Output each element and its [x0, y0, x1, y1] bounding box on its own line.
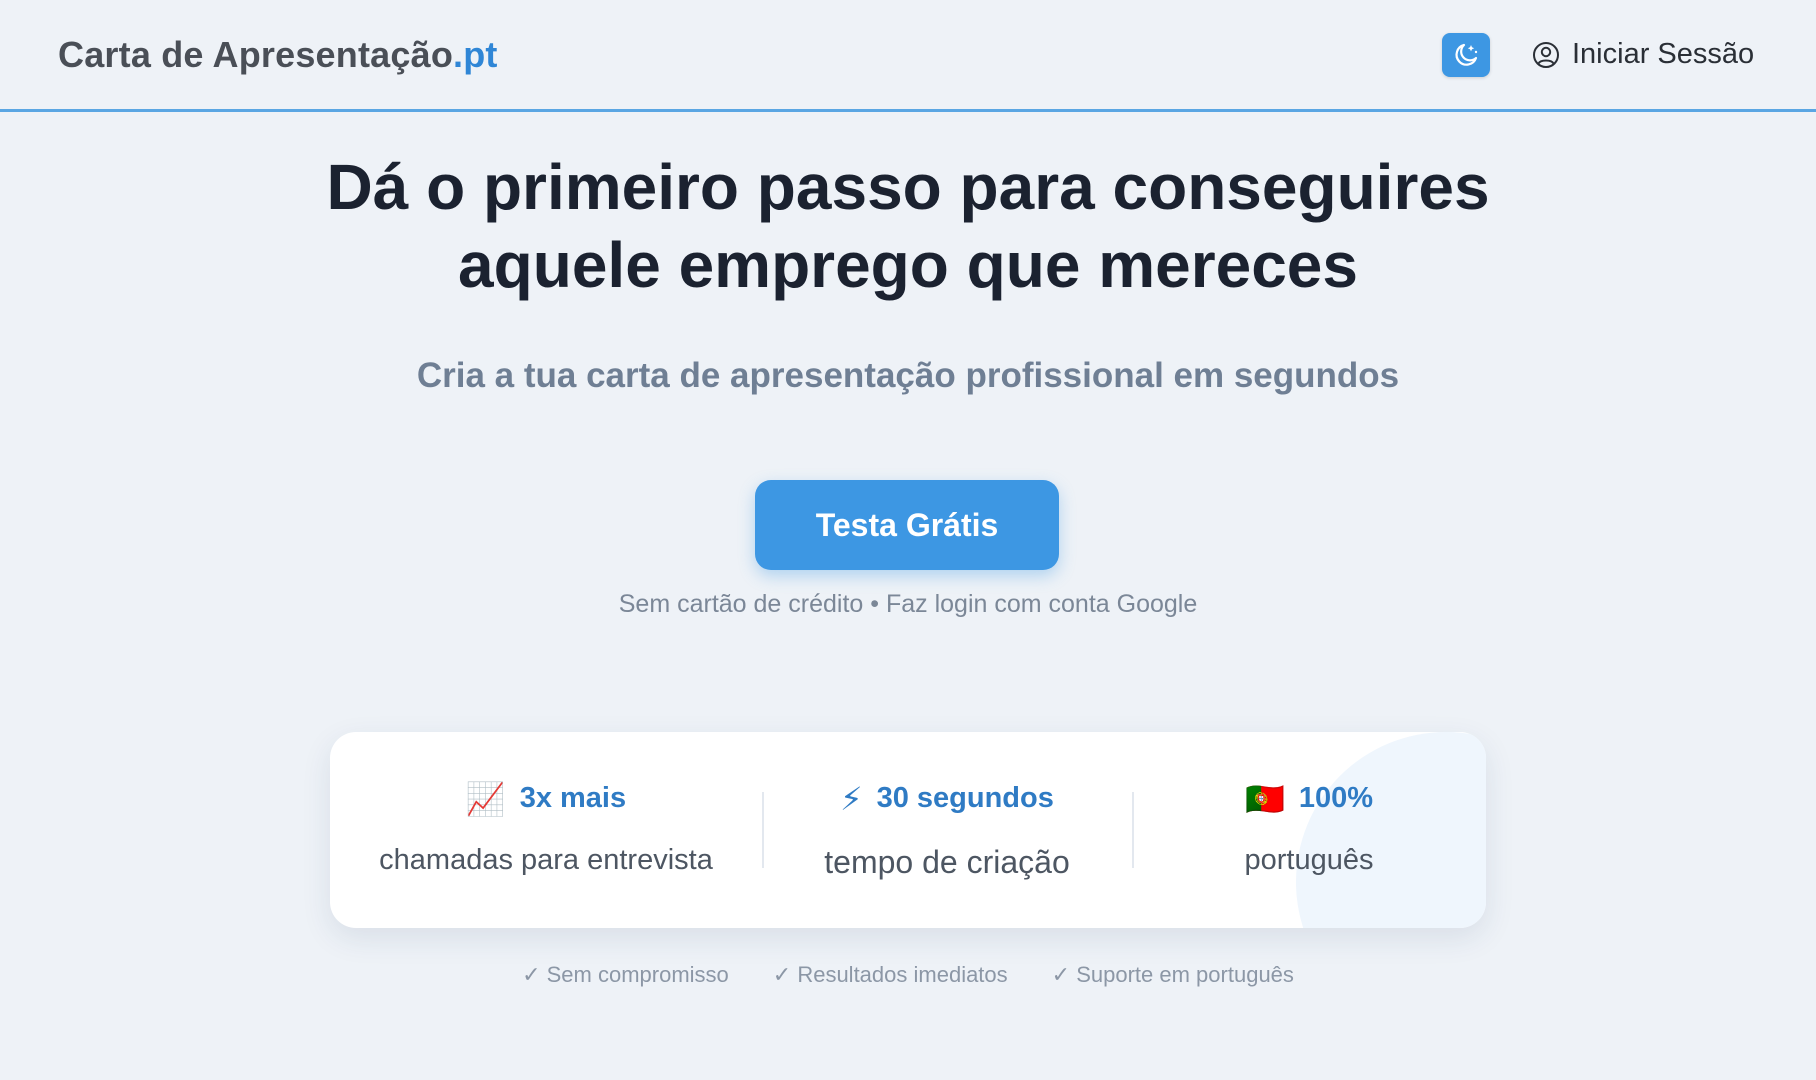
moon-stars-icon	[1455, 43, 1478, 66]
brand-logo[interactable]: Carta de Apresentação.pt	[58, 34, 498, 76]
stat-headline: 🇵🇹 100%	[1132, 782, 1486, 815]
theme-toggle-button[interactable]	[1442, 33, 1490, 77]
stat-caption: português	[1244, 844, 1374, 876]
user-circle-icon	[1533, 41, 1559, 68]
signin-button[interactable]: Iniciar Sessão	[1532, 38, 1754, 71]
top-navbar: Carta de Apresentação.pt Iniciar Sessão	[0, 0, 1816, 112]
stat-language: 🇵🇹 100% português	[1132, 732, 1486, 928]
stat-headline: 📈 3x mais	[330, 782, 762, 815]
stat-caption: chamadas para entrevista	[379, 844, 713, 876]
benefit-item: ✓ Resultados imediatos	[772, 962, 1008, 987]
chart-increasing-icon: 📈	[465, 780, 506, 817]
benefit-item: ✓ Suporte em português	[1051, 962, 1294, 987]
stat-value: 100%	[1298, 782, 1373, 814]
hero-title-line2: aquele emprego que mereces	[458, 229, 1358, 301]
benefits-list: ✓ Sem compromisso ✓ Resultados imediatos…	[0, 962, 1816, 988]
signin-label: Iniciar Sessão	[1572, 38, 1755, 70]
brand-name: Carta de Apresentação	[58, 34, 454, 75]
brand-tld: .pt	[453, 34, 498, 75]
cta-note: Sem cartão de crédito • Faz login com co…	[618, 590, 1198, 618]
hero-title-line1: Dá o primeiro passo para conseguires	[326, 151, 1490, 223]
stat-interviews: 📈 3x mais chamadas para entrevista	[330, 732, 762, 928]
stat-time: ⚡ 30 segundos tempo de criação	[762, 732, 1132, 928]
stat-value: 3x mais	[519, 782, 627, 814]
stat-headline: ⚡ 30 segundos	[762, 782, 1132, 815]
stat-value: 30 segundos	[876, 782, 1054, 814]
try-free-button[interactable]: Testa Grátis	[755, 480, 1059, 570]
benefit-item: ✓ Sem compromisso	[522, 962, 729, 987]
stats-card: 📈 3x mais chamadas para entrevista ⚡ 30 …	[330, 732, 1486, 928]
portugal-flag-icon: 🇵🇹	[1244, 780, 1285, 817]
stat-caption: tempo de criação	[824, 844, 1070, 880]
hero-subtitle: Cria a tua carta de apresentação profiss…	[416, 356, 1400, 395]
lightning-icon: ⚡	[840, 780, 863, 817]
hero-title: Dá o primeiro passo para conseguires aqu…	[0, 148, 1816, 304]
